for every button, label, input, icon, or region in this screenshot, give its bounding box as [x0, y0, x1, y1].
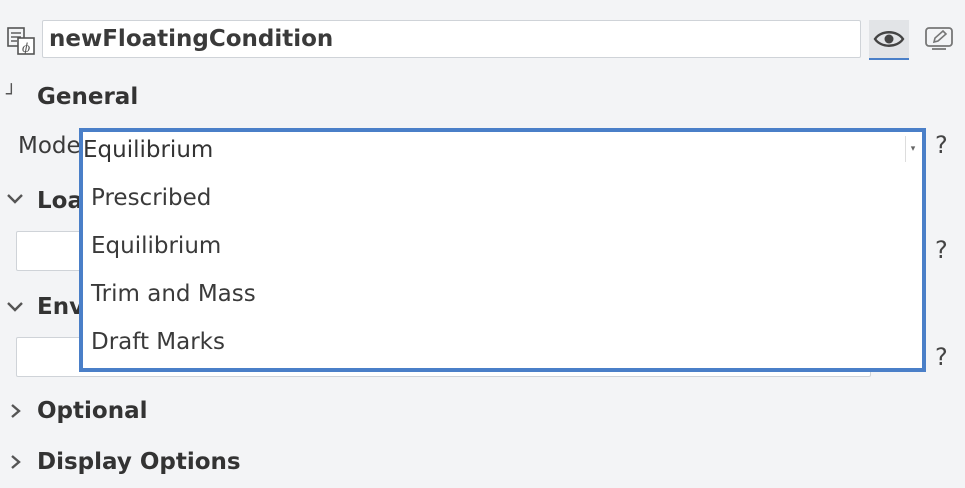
mode-help-icon[interactable]: ? — [935, 131, 948, 159]
expand-environment-icon[interactable] — [6, 299, 24, 318]
mode-selected-value[interactable]: Equilibrium — [83, 132, 922, 168]
expand-display-options-icon[interactable] — [8, 453, 22, 475]
edit-button[interactable] — [922, 22, 956, 56]
dropdown-arrow-icon[interactable]: ▾ — [905, 136, 920, 162]
section-loading-heading[interactable]: Loa — [37, 188, 83, 214]
mode-option-prescribed[interactable]: Prescribed — [83, 174, 922, 222]
mode-options-list: Prescribed Equilibrium Trim and Mass Dra… — [83, 174, 922, 366]
mode-label: Mode — [18, 133, 81, 159]
collapse-general-icon[interactable]: ┘ — [6, 84, 17, 105]
edit-icon — [925, 27, 953, 50]
section-environment-heading[interactable]: Env — [37, 294, 84, 320]
section-optional-heading[interactable]: Optional — [37, 398, 147, 424]
object-type-icon: ϕ — [6, 26, 36, 56]
section-general-heading[interactable]: General — [37, 84, 138, 110]
expand-optional-icon[interactable] — [8, 402, 22, 424]
section-display-options-heading[interactable]: Display Options — [37, 449, 241, 475]
name-input[interactable]: newFloatingCondition — [42, 20, 861, 58]
mode-option-equilibrium[interactable]: Equilibrium — [83, 222, 922, 270]
expand-loading-icon[interactable] — [6, 191, 24, 210]
loading-help-icon[interactable]: ? — [935, 236, 948, 264]
mode-option-draft-marks[interactable]: Draft Marks — [83, 318, 922, 366]
svg-text:ϕ: ϕ — [22, 41, 30, 55]
mode-option-trim-and-mass[interactable]: Trim and Mass — [83, 270, 922, 318]
eye-icon — [873, 31, 905, 47]
visibility-toggle-button[interactable] — [869, 20, 909, 60]
environment-help-icon[interactable]: ? — [935, 343, 948, 371]
mode-dropdown[interactable]: Equilibrium ▾ Prescribed Equilibrium Tri… — [79, 128, 926, 372]
